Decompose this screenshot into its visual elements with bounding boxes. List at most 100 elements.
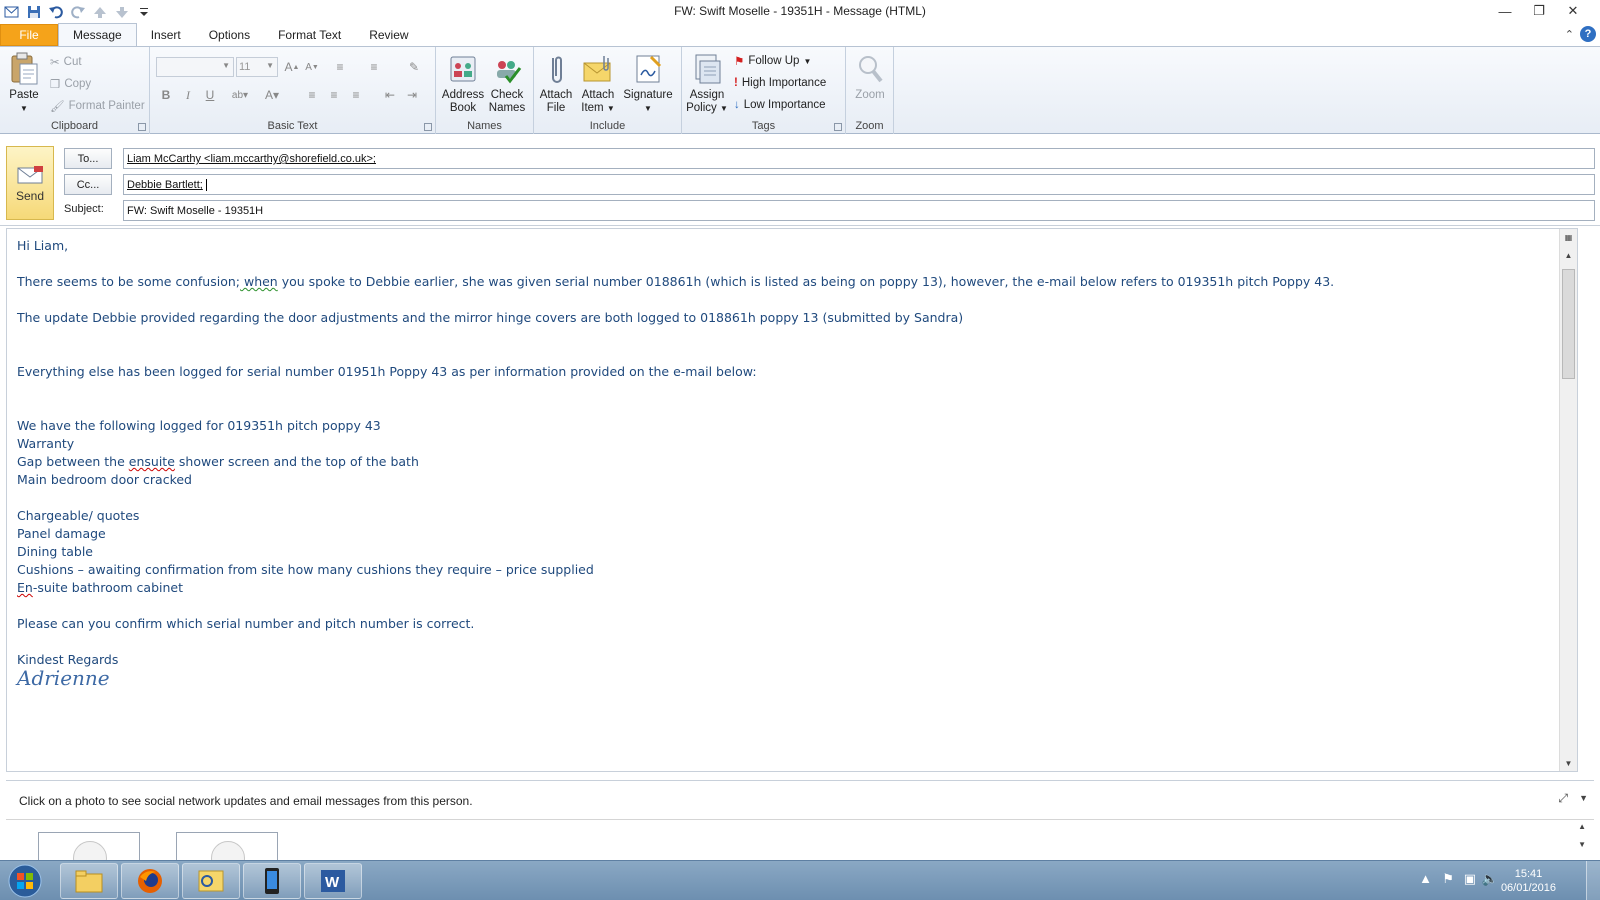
zoom-button[interactable]: Zoom: [850, 51, 890, 102]
contact-photo[interactable]: [176, 832, 278, 860]
to-button[interactable]: To...: [64, 148, 112, 169]
outlook-app-icon[interactable]: [3, 3, 21, 21]
tab-insert[interactable]: Insert: [137, 24, 195, 46]
taskbar-phone-app[interactable]: [243, 863, 301, 899]
font-name-box[interactable]: ▼: [156, 57, 234, 77]
cut-button[interactable]: ✂ Cut: [50, 53, 82, 71]
up-arrow-icon[interactable]: [91, 3, 109, 21]
attach-file-button[interactable]: Attach File: [538, 51, 574, 115]
scroll-up-icon[interactable]: ▲: [1560, 247, 1577, 263]
show-hidden-icons[interactable]: ▲: [1419, 871, 1432, 886]
start-button[interactable]: [3, 862, 47, 900]
collapse-people-pane-icon[interactable]: ▼: [1579, 793, 1588, 803]
attach-item-button[interactable]: Attach Item ▼: [578, 51, 618, 115]
address-book-button[interactable]: Address Book: [442, 51, 484, 115]
taskbar-explorer[interactable]: [60, 863, 118, 899]
customize-toolbar-icon[interactable]: [135, 3, 153, 21]
align-right-icon[interactable]: ≡: [346, 85, 366, 105]
signature-dropdown-icon: ▼: [644, 104, 652, 113]
bullets-icon[interactable]: ≡: [330, 57, 350, 77]
minimize-ribbon-icon[interactable]: ⌃: [1565, 28, 1574, 41]
undo-icon[interactable]: [47, 3, 65, 21]
action-center-flag-icon[interactable]: ⚑: [1442, 871, 1454, 887]
clear-formatting-icon[interactable]: ✎: [404, 57, 424, 77]
grow-font-icon[interactable]: A ▲: [282, 57, 302, 77]
subject-field[interactable]: FW: Swift Moselle - 19351H: [123, 200, 1595, 221]
people-scroll-down-icon[interactable]: ▼: [1578, 840, 1586, 849]
tab-file[interactable]: File: [0, 24, 58, 46]
underline-icon[interactable]: U: [200, 85, 220, 105]
font-color-icon[interactable]: A▾: [262, 85, 282, 105]
send-button[interactable]: Send: [6, 146, 54, 220]
taskbar-outlook[interactable]: [182, 863, 240, 899]
tab-options[interactable]: Options: [195, 24, 264, 46]
basic-text-launcher-icon[interactable]: [424, 123, 432, 131]
copy-button[interactable]: ❐ Copy: [50, 75, 91, 93]
tags-launcher-icon[interactable]: [834, 123, 842, 131]
ribbon-right-controls: ⌃ ?: [1565, 26, 1600, 42]
attach-item-label-line2: Item ▼: [581, 102, 615, 114]
warranty-line: Warranty: [17, 436, 75, 451]
low-importance-button[interactable]: ↓ Low Importance: [734, 96, 826, 114]
redo-icon[interactable]: [69, 3, 87, 21]
taskbar-firefox[interactable]: [121, 863, 179, 899]
cc-button[interactable]: Cc...: [64, 174, 112, 195]
message-body[interactable]: Hi Liam, There seems to be some confusio…: [6, 228, 1578, 772]
assign-policy-button[interactable]: Assign Policy ▼: [686, 51, 728, 115]
follow-up-button[interactable]: ⚑ Follow Up ▼: [734, 52, 811, 70]
align-center-icon[interactable]: ≡: [324, 85, 344, 105]
names-group: Address Book Check Names Names: [436, 47, 534, 134]
minimize-button[interactable]: —: [1488, 0, 1522, 22]
highlight-icon[interactable]: ab▾: [230, 85, 250, 105]
contact-photo[interactable]: [38, 832, 140, 860]
help-icon[interactable]: ?: [1580, 26, 1596, 42]
show-desktop-button[interactable]: [1586, 861, 1600, 900]
basic-text-group-label: Basic Text: [267, 120, 318, 132]
tab-message[interactable]: Message: [58, 23, 137, 46]
cc-field[interactable]: Debbie Bartlett;: [123, 174, 1595, 195]
cc-recipient[interactable]: Debbie Bartlett;: [127, 179, 203, 191]
decrease-indent-icon[interactable]: ⇤: [380, 85, 400, 105]
down-arrow-icon[interactable]: [113, 3, 131, 21]
check-names-button[interactable]: Check Names: [486, 51, 528, 115]
to-field[interactable]: Liam McCarthy <liam.mccarthy@shorefield.…: [123, 148, 1595, 169]
exclamation-icon: !: [734, 77, 738, 89]
signature-button[interactable]: Signature ▼: [620, 51, 676, 115]
tab-format-text[interactable]: Format Text: [264, 24, 355, 46]
numbering-icon[interactable]: ≡: [364, 57, 384, 77]
font-size-box[interactable]: 11 ▼: [236, 57, 278, 77]
save-icon[interactable]: [25, 3, 43, 21]
send-label: Send: [15, 188, 45, 203]
people-pane: Click on a photo to see social network u…: [6, 780, 1594, 860]
scroll-thumb[interactable]: [1562, 269, 1575, 379]
restore-button[interactable]: ❐: [1522, 0, 1556, 22]
zoom-group: Zoom Zoom: [846, 47, 894, 134]
volume-icon[interactable]: 🔈: [1482, 871, 1498, 887]
people-pane-hint: Click on a photo to see social network u…: [19, 794, 473, 808]
bold-icon[interactable]: B: [156, 85, 176, 105]
tags-group: Assign Policy ▼ ⚑ Follow Up ▼ ! High Imp…: [682, 47, 846, 134]
high-importance-button[interactable]: ! High Importance: [734, 74, 826, 92]
message-body-text[interactable]: Hi Liam, There seems to be some confusio…: [17, 237, 1547, 690]
close-button[interactable]: ✕: [1556, 0, 1590, 22]
format-painter-button[interactable]: 🖌 Format Painter: [50, 97, 145, 115]
tab-review[interactable]: Review: [355, 24, 422, 46]
network-icon[interactable]: ▣: [1464, 871, 1476, 887]
scissors-icon: ✂: [50, 57, 60, 69]
clipboard-launcher-icon[interactable]: [138, 123, 146, 131]
scroll-down-icon[interactable]: ▼: [1560, 755, 1577, 771]
paste-dropdown-icon: ▼: [20, 104, 28, 113]
paste-button[interactable]: Paste ▼: [6, 51, 42, 115]
taskbar-clock[interactable]: 15:41 06/01/2016: [1501, 867, 1556, 895]
increase-indent-icon[interactable]: ⇥: [402, 85, 422, 105]
expand-people-pane-icon[interactable]: ⤢: [1558, 791, 1568, 806]
people-scroll-up-icon[interactable]: ▲: [1578, 822, 1586, 831]
signature-text: Adrienne: [17, 666, 110, 690]
body-scrollbar[interactable]: ▦ ▲ ▼: [1559, 229, 1577, 771]
ruler-toggle-icon[interactable]: ▦: [1560, 229, 1577, 245]
taskbar-word[interactable]: W: [304, 863, 362, 899]
shrink-font-icon[interactable]: A ▼: [302, 57, 322, 77]
to-recipient[interactable]: Liam McCarthy <liam.mccarthy@shorefield.…: [127, 153, 376, 165]
align-left-icon[interactable]: ≡: [302, 85, 322, 105]
italic-icon[interactable]: I: [178, 85, 198, 105]
